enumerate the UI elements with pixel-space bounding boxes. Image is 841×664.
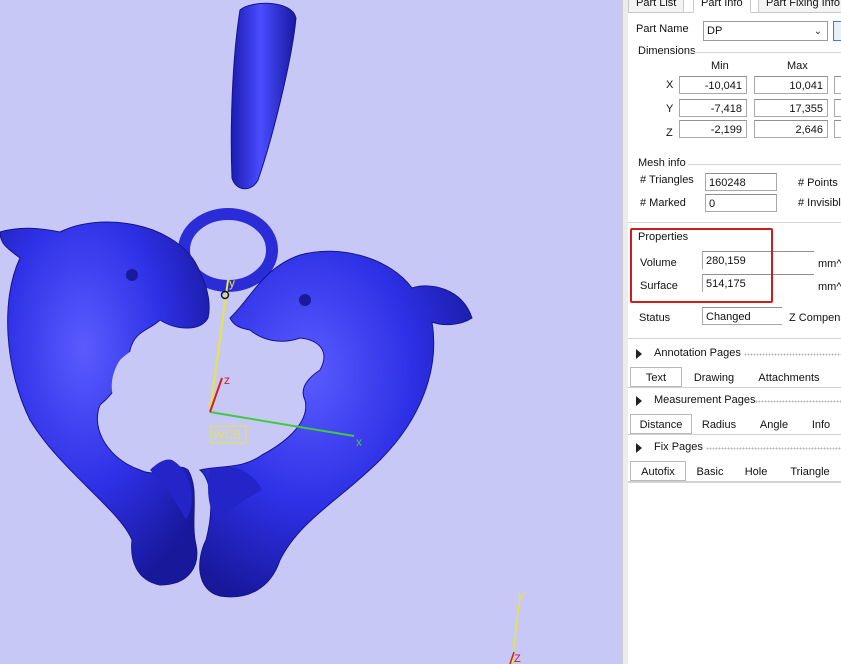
- part-name-value: DP: [707, 25, 723, 37]
- chevron-down-icon: ⌄: [813, 26, 823, 37]
- dim-z-min-field[interactable]: -2,199: [679, 120, 747, 138]
- z-compensation-label: Z Compens: [789, 312, 841, 324]
- dim-y-min-field[interactable]: -7,418: [679, 99, 747, 117]
- tab-drawing[interactable]: Drawing: [688, 367, 740, 387]
- tab-text[interactable]: Text: [630, 367, 682, 387]
- section-grip: [706, 447, 841, 450]
- properties-top-divider: [628, 222, 841, 223]
- dim-z-extra-field[interactable]: [834, 120, 841, 138]
- top-tab-strip: Part List Part Info Part Fixing Info: [628, 0, 841, 13]
- fix-pages-bottom-divider: [628, 482, 841, 483]
- status-label: Status: [639, 312, 671, 324]
- marked-label: # Marked: [640, 197, 686, 209]
- tab-part-info[interactable]: Part Info: [693, 0, 751, 13]
- expand-triangle-icon: [636, 443, 642, 453]
- fix-pages-title: Fix Pages: [654, 441, 703, 453]
- dim-x-extra-field[interactable]: [834, 76, 841, 94]
- dim-y-max-field[interactable]: 17,355: [754, 99, 828, 117]
- z-axis-label: z: [224, 373, 230, 387]
- surface-unit: mm^: [818, 281, 841, 293]
- invisible-label: # Invisibl: [798, 197, 841, 209]
- triangles-field[interactable]: 160248: [705, 173, 777, 191]
- mesh-render: y x z WCS Y Z: [0, 2, 526, 664]
- dim-y-label: Y: [666, 103, 674, 115]
- section-grip: [755, 400, 841, 403]
- dimensions-header-max: Max: [787, 60, 808, 72]
- dimensions-header-min: Min: [711, 60, 729, 72]
- heart-cavity: [111, 335, 305, 462]
- dim-x-label: X: [666, 79, 674, 91]
- part-name-side-button[interactable]: [833, 21, 841, 41]
- dim-z-max-field[interactable]: 2,646: [754, 120, 828, 138]
- fix-pages-header[interactable]: Fix Pages: [628, 438, 841, 458]
- y-axis-label: y: [229, 276, 235, 290]
- fix-tab-row: Autofix Basic Hole Triangle: [628, 461, 841, 482]
- points-label: # Points: [798, 177, 838, 189]
- corner-z-label: Z: [514, 653, 521, 664]
- dimensions-divider: [694, 52, 841, 53]
- 3d-viewport[interactable]: y x z WCS Y Z: [0, 0, 622, 664]
- marked-field[interactable]: 0: [705, 194, 777, 212]
- tab-triangle[interactable]: Triangle: [784, 461, 836, 481]
- volume-unit: mm^: [818, 258, 841, 270]
- properties-highlight-box: [630, 228, 773, 303]
- measurement-tab-row: Distance Radius Angle Info: [628, 414, 841, 435]
- mesh-info-divider: [688, 164, 841, 165]
- tab-radius[interactable]: Radius: [696, 414, 742, 434]
- measurement-pages-header[interactable]: Measurement Pages: [628, 391, 841, 411]
- corner-y-label: Y: [518, 591, 526, 603]
- part-info-panel: Part List Part Info Part Fixing Info Par…: [628, 0, 841, 664]
- tab-basic[interactable]: Basic: [690, 461, 730, 481]
- status-field[interactable]: Changed: [702, 307, 782, 325]
- mesh-info-title: Mesh info: [638, 157, 686, 169]
- dim-z-label: Z: [666, 127, 673, 139]
- expand-triangle-icon: [636, 396, 642, 406]
- dim-x-max-field[interactable]: 10,041: [754, 76, 828, 94]
- tab-autofix[interactable]: Autofix: [630, 461, 686, 481]
- right-eye: [299, 294, 311, 306]
- bail-shape: [230, 2, 297, 190]
- left-eye: [126, 269, 138, 281]
- tab-attachments[interactable]: Attachments: [752, 367, 826, 387]
- measurement-pages-title: Measurement Pages: [654, 394, 756, 406]
- annotation-pages-title: Annotation Pages: [654, 347, 741, 359]
- annotation-tab-row: Text Drawing Attachments: [628, 367, 841, 388]
- part-name-label: Part Name: [636, 23, 689, 35]
- tab-hole[interactable]: Hole: [738, 461, 774, 481]
- section-grip: [744, 353, 841, 356]
- dim-x-min-field[interactable]: -10,041: [679, 76, 747, 94]
- wcs-label: WCS: [213, 428, 241, 442]
- tab-part-fixing-info[interactable]: Part Fixing Info: [758, 0, 841, 13]
- triangles-label: # Triangles: [640, 174, 694, 186]
- part-name-select[interactable]: DP ⌄: [703, 21, 828, 41]
- tab-distance[interactable]: Distance: [630, 414, 692, 434]
- tab-part-list[interactable]: Part List: [628, 0, 685, 13]
- x-axis-label: x: [356, 435, 362, 449]
- pages-divider: [628, 338, 841, 339]
- dim-y-extra-field[interactable]: [834, 99, 841, 117]
- dimensions-title: Dimensions: [638, 45, 696, 57]
- expand-triangle-icon: [636, 349, 642, 359]
- tab-info[interactable]: Info: [804, 414, 838, 434]
- annotation-pages-header[interactable]: Annotation Pages: [628, 344, 841, 364]
- tab-angle[interactable]: Angle: [752, 414, 796, 434]
